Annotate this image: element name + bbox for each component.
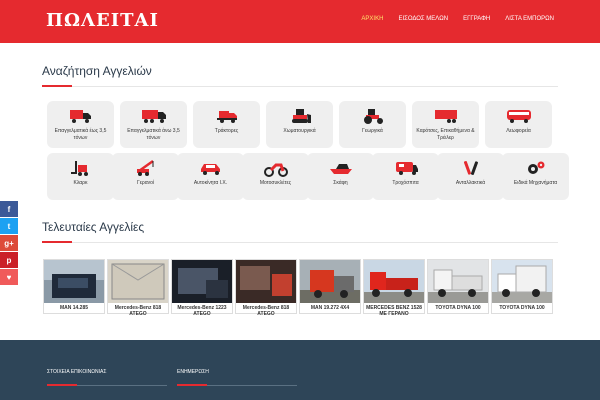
listing-card[interactable]: Mercedes-Benz 818 ATEGO bbox=[235, 259, 297, 317]
listing-photo bbox=[44, 260, 104, 303]
category-label: Ανταλλακτικά bbox=[455, 180, 486, 186]
footer-news-heading: ΕΝΗΜΕΡΩΣΗ bbox=[177, 369, 209, 375]
listing-title: MAN 19.272 4X4 bbox=[310, 305, 350, 311]
category-earthmoving[interactable]: Χωματουργικά bbox=[266, 101, 333, 148]
listing-title: MAN 14.285 bbox=[59, 305, 89, 311]
bulldozer-icon bbox=[291, 109, 311, 123]
latest-section-title: Τελευταίες Αγγελίες bbox=[42, 220, 145, 234]
listing-photo bbox=[172, 260, 232, 303]
listing-photo bbox=[364, 260, 424, 303]
category-label: Λεωφορεία bbox=[506, 128, 531, 134]
category-label: Καρότσες, Επικαθήμενα & Τρέιλερ bbox=[416, 128, 475, 141]
listing-title: TOYOTA DYNA 100 bbox=[435, 305, 481, 311]
listing-card[interactable]: MAN 14.285 bbox=[43, 259, 105, 314]
nav-home[interactable]: ΑΡΧΙΚΗ bbox=[361, 16, 383, 22]
listing-card[interactable]: TOYOTA DYNA 100 bbox=[491, 259, 553, 314]
category-label: Επαγγελματικά άνω 3,5 τόνων bbox=[127, 128, 180, 141]
car-icon bbox=[200, 164, 220, 175]
latest-section-divider bbox=[42, 241, 558, 243]
truck-large-icon bbox=[141, 110, 166, 123]
pinterest-icon[interactable]: p bbox=[0, 252, 18, 268]
category-label: Χωματουργικά bbox=[283, 128, 316, 134]
listing-card[interactable]: MAN 19.272 4X4 bbox=[299, 259, 361, 314]
category-label: Γερανοί bbox=[136, 180, 155, 186]
caravan-icon bbox=[395, 162, 418, 175]
farm-tractor-icon bbox=[363, 109, 383, 124]
category-label: Επαγγελματικά έως 3,5 τόνων bbox=[54, 128, 107, 141]
listing-card[interactable]: Mercedes-Benz 1223 ATEGO bbox=[171, 259, 233, 317]
search-section-title: Αναζήτηση Αγγελιών bbox=[42, 64, 152, 78]
motorcycle-icon bbox=[263, 163, 288, 177]
category-cars[interactable]: Αυτοκίνητα Ι.Χ. bbox=[177, 153, 244, 200]
category-cranes[interactable]: Γερανοί bbox=[112, 153, 179, 200]
gears-icon bbox=[527, 161, 544, 174]
listing-card[interactable]: MERCEDES BENZ 1528 ΜΕ ΓΕΡΑΝΟ bbox=[363, 259, 425, 317]
listing-card[interactable]: Mercedes-Benz 818 ATEGO bbox=[107, 259, 169, 317]
truck-small-icon bbox=[69, 110, 91, 123]
category-boats[interactable]: Σκάφη bbox=[307, 153, 374, 200]
forklift-icon bbox=[70, 161, 88, 176]
heart-icon[interactable]: ♥ bbox=[0, 269, 18, 285]
listing-title: TOYOTA DYNA 100 bbox=[499, 305, 545, 311]
nav-dealers[interactable]: ΛΙΣΤΑ ΕΜΠΟΡΩΝ bbox=[505, 16, 554, 22]
category-tractor-trucks[interactable]: Τράκτορες bbox=[193, 101, 260, 148]
category-special-machinery[interactable]: Ειδικά Μηχανήματα bbox=[502, 153, 569, 200]
footer-news-divider bbox=[177, 384, 297, 386]
listing-photo bbox=[428, 260, 488, 303]
trailer-icon bbox=[434, 110, 457, 123]
category-label: Ειδικά Μηχανήματα bbox=[513, 180, 558, 186]
category-trailers[interactable]: Καρότσες, Επικαθήμενα & Τρέιλερ bbox=[412, 101, 479, 148]
category-label: Μοτοσυκλέτες bbox=[259, 180, 292, 186]
tractor-truck-icon bbox=[216, 111, 237, 123]
crane-icon bbox=[136, 159, 154, 176]
listing-photo bbox=[300, 260, 360, 303]
nav-login[interactable]: ΕΙΣΟΔΟΣ ΜΕΛΩΝ bbox=[398, 16, 448, 22]
listing-photo bbox=[236, 260, 296, 303]
boat-icon bbox=[329, 164, 352, 174]
category-light-commercial[interactable]: Επαγγελματικά έως 3,5 τόνων bbox=[47, 101, 114, 148]
footer-contact-divider bbox=[47, 384, 167, 386]
category-agricultural[interactable]: Γεωργικά bbox=[339, 101, 406, 148]
listing-photo bbox=[492, 260, 552, 303]
nav-register[interactable]: ΕΓΓΡΑΦΗ bbox=[463, 16, 490, 22]
listing-photo bbox=[108, 260, 168, 303]
category-label: Γεωργικά bbox=[362, 128, 383, 134]
facebook-icon[interactable]: f bbox=[0, 201, 18, 217]
listing-card[interactable]: TOYOTA DYNA 100 bbox=[427, 259, 489, 314]
category-label: Τροχόσπιτα bbox=[392, 180, 419, 186]
listing-title: MERCEDES BENZ 1528 ΜΕ ΓΕΡΑΝΟ bbox=[366, 305, 422, 317]
site-footer: ΣΤΟΙΧΕΙΑ ΕΠΙΚΟΙΝΩΝΙΑΣ ΕΝΗΜΕΡΩΣΗ bbox=[0, 340, 600, 400]
category-heavy-commercial[interactable]: Επαγγελματικά άνω 3,5 τόνων bbox=[120, 101, 187, 148]
listing-title: Mercedes-Benz 818 ATEGO bbox=[114, 305, 162, 317]
site-header: ΠΩΛΕΙΤΑΙ ΑΡΧΙΚΗ ΕΙΣΟΔΟΣ ΜΕΛΩΝ ΕΓΓΡΑΦΗ ΛΙ… bbox=[0, 0, 600, 43]
category-spare-parts[interactable]: Ανταλλακτικά bbox=[437, 153, 504, 200]
category-label: Κλαρκ bbox=[73, 180, 88, 186]
category-caravans[interactable]: Τροχόσπιτα bbox=[372, 153, 439, 200]
category-label: Τράκτορες bbox=[214, 128, 239, 134]
category-buses[interactable]: Λεωφορεία bbox=[485, 101, 552, 148]
google-plus-icon[interactable]: g+ bbox=[0, 235, 18, 251]
footer-contact-heading: ΣΤΟΙΧΕΙΑ ΕΠΙΚΟΙΝΩΝΙΑΣ bbox=[47, 369, 107, 375]
category-motorcycles[interactable]: Μοτοσυκλέτες bbox=[242, 153, 309, 200]
listing-title: Mercedes-Benz 1223 ATEGO bbox=[177, 305, 227, 317]
category-forklifts[interactable]: Κλαρκ bbox=[47, 153, 114, 200]
bus-icon bbox=[506, 110, 531, 123]
search-section-divider bbox=[42, 85, 558, 87]
category-label: Σκάφη bbox=[333, 180, 348, 186]
category-label: Αυτοκίνητα Ι.Χ. bbox=[193, 180, 228, 186]
listing-title: Mercedes-Benz 818 ATEGO bbox=[242, 305, 290, 317]
tools-icon bbox=[463, 161, 478, 175]
main-nav: ΑΡΧΙΚΗ ΕΙΣΟΔΟΣ ΜΕΛΩΝ ΕΓΓΡΑΦΗ ΛΙΣΤΑ ΕΜΠΟΡ… bbox=[361, 16, 554, 22]
twitter-icon[interactable]: t bbox=[0, 218, 18, 234]
site-logo[interactable]: ΠΩΛΕΙΤΑΙ bbox=[46, 10, 159, 31]
